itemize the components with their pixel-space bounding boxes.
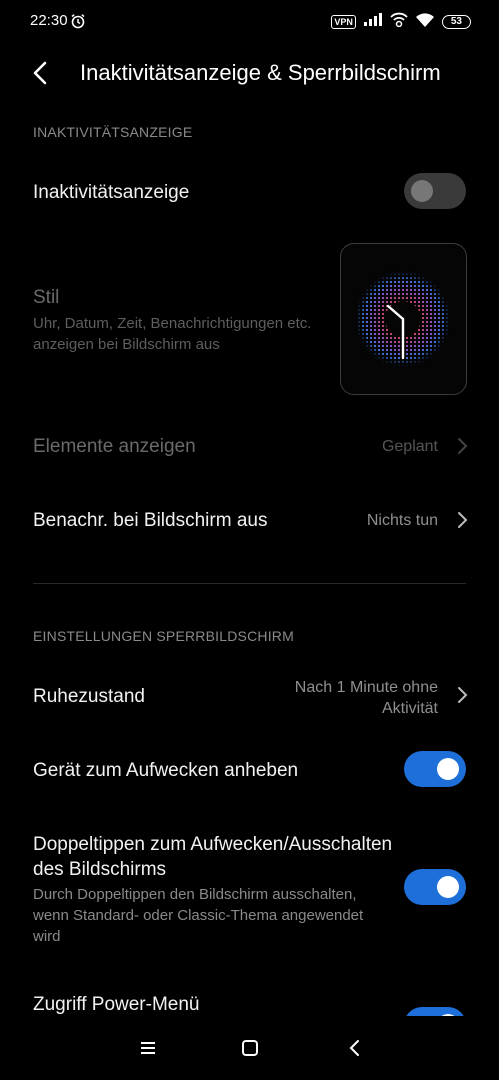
page-title: Inaktivitätsanzeige & Sperrbildschirm [80, 60, 441, 85]
status-bar: 22:30 VPN 53 [0, 0, 499, 44]
toggle-knob [411, 180, 433, 202]
battery-icon: 53 [441, 15, 471, 29]
signal-icon [363, 13, 382, 31]
sleep-row-value: Nach 1 Minute ohne Aktivität [295, 677, 438, 719]
style-subtitle: Uhr, Datum, Zeit, Benachrichtigungen etc… [33, 315, 312, 353]
toggle-knob [437, 758, 459, 780]
sleep-row-title[interactable]: Ruhezustand [33, 686, 145, 708]
inactivity-display-toggle[interactable] [404, 173, 466, 209]
clock-style-preview[interactable] [340, 243, 467, 395]
status-time: 22:30 [30, 12, 68, 29]
lift-to-wake-title: Gerät zum Aufwecken anheben [33, 760, 299, 781]
back-icon[interactable] [343, 1036, 367, 1060]
sleep-value-line2: Aktivität [381, 700, 438, 717]
style-title: Stil [33, 287, 60, 308]
notify-row-value: Nichts tun [366, 512, 438, 529]
double-tap-toggle[interactable] [404, 869, 466, 905]
sleep-value-line1: Nach 1 Minute ohne [294, 679, 438, 696]
section-label-lockscreen: EINSTELLUNGEN SPERRBILDSCHIRM [33, 628, 294, 644]
chevron-right-icon[interactable] [455, 511, 469, 529]
section-label-inactivity: INAKTIVITÄTSANZEIGE [33, 124, 193, 140]
wifi-calling-icon [390, 12, 408, 32]
navigation-bar [0, 1016, 499, 1080]
lift-to-wake-toggle[interactable] [404, 751, 466, 787]
elements-row-value: Geplant [381, 438, 438, 455]
section-divider [33, 583, 466, 584]
wifi-icon [415, 12, 434, 32]
header: Inaktivitätsanzeige & Sperrbildschirm [0, 50, 499, 96]
clock-preview-icon [353, 269, 453, 369]
double-tap-subtitle: Durch Doppeltippen den Bildschirm aussch… [33, 886, 364, 945]
menu-icon[interactable] [136, 1036, 160, 1060]
chevron-right-icon [455, 437, 469, 455]
alarm-icon [70, 13, 86, 34]
notify-row-title[interactable]: Benachr. bei Bildschirm aus [33, 510, 267, 532]
vpn-badge: VPN [331, 15, 356, 29]
home-icon[interactable] [238, 1036, 262, 1060]
elements-row-title: Elemente anzeigen [33, 436, 196, 457]
double-tap-title: Doppeltippen zum Aufwecken/Ausschalten d… [33, 832, 392, 882]
inactivity-display-label: Inaktivitätsanzeige [33, 182, 190, 203]
double-tap-title-line2: des Bildschirms [33, 859, 167, 880]
power-menu-title: Zugriff Power-Menü [33, 994, 200, 1015]
double-tap-title-line1: Doppeltippen zum Aufwecken/Ausschalten [33, 834, 393, 855]
toggle-knob [437, 876, 459, 898]
chevron-right-icon[interactable] [455, 686, 469, 704]
back-arrow-icon[interactable] [26, 58, 56, 88]
